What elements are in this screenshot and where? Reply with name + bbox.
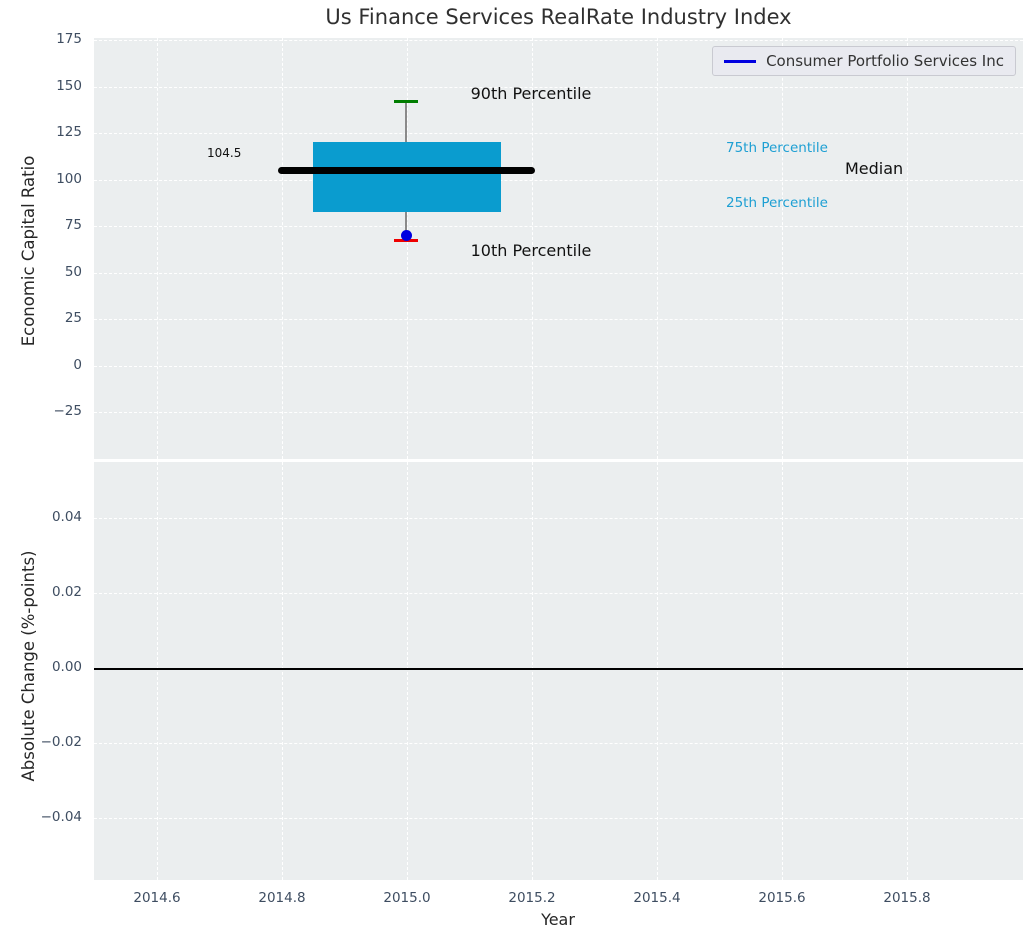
x-tick-label: 2014.6 [133, 890, 181, 906]
x-tick-label: 2014.8 [258, 890, 306, 906]
annotation-10th-percentile: 10th Percentile [470, 241, 592, 260]
median-line [278, 167, 535, 174]
gridline [94, 366, 1023, 367]
gridline [94, 226, 1023, 227]
figure: Us Finance Services RealRate Industry In… [0, 0, 1034, 942]
y-tick-label: 175 [56, 31, 82, 47]
legend-line-swatch [724, 59, 757, 63]
gridline [94, 319, 1023, 320]
annotation-90th-percentile: 90th Percentile [470, 84, 592, 103]
x-axis-label: Year [541, 910, 575, 929]
change-plot-area [94, 462, 1023, 880]
company-marker [401, 230, 412, 241]
gridline [94, 133, 1023, 134]
gridline [94, 593, 1023, 594]
legend: Consumer Portfolio Services Inc [712, 46, 1016, 76]
p90-cap [394, 100, 418, 103]
gridline [94, 180, 1023, 181]
gridline [657, 38, 658, 459]
iqr-box [313, 142, 501, 212]
annotation-median: Median [845, 159, 904, 178]
gridline [907, 38, 908, 459]
y-axis-label-top: Economic Capital Ratio [19, 155, 38, 347]
gridline [94, 518, 1023, 519]
gridline [94, 412, 1023, 413]
y-tick-label: 150 [56, 78, 82, 94]
annotation-75th-percentile: 75th Percentile [726, 140, 828, 156]
x-tick-label: 2015.2 [508, 890, 556, 906]
gridline [94, 743, 1023, 744]
gridline [94, 818, 1023, 819]
gridline [782, 38, 783, 459]
chart-title: Us Finance Services RealRate Industry In… [325, 5, 792, 29]
annotation-25th-percentile: 25th Percentile [726, 195, 828, 211]
x-tick-label: 2015.4 [633, 890, 681, 906]
annotation-median-value: 104.5 [207, 146, 242, 160]
gridline [282, 38, 283, 459]
gridline [157, 38, 158, 459]
zero-baseline [94, 668, 1023, 670]
y-axis-label-bottom: Absolute Change (%-points) [19, 550, 38, 782]
x-tick-label: 2015.0 [383, 890, 431, 906]
ecr-plot-area: 90th Percentile 10th Percentile 104.5 75… [94, 38, 1023, 459]
x-tick-label: 2015.8 [883, 890, 931, 906]
x-tick-label: 2015.6 [758, 890, 806, 906]
gridline [94, 40, 1023, 41]
legend-series-label: Consumer Portfolio Services Inc [766, 52, 1004, 70]
gridline [94, 273, 1023, 274]
y-tick-label: −25 [53, 403, 83, 419]
